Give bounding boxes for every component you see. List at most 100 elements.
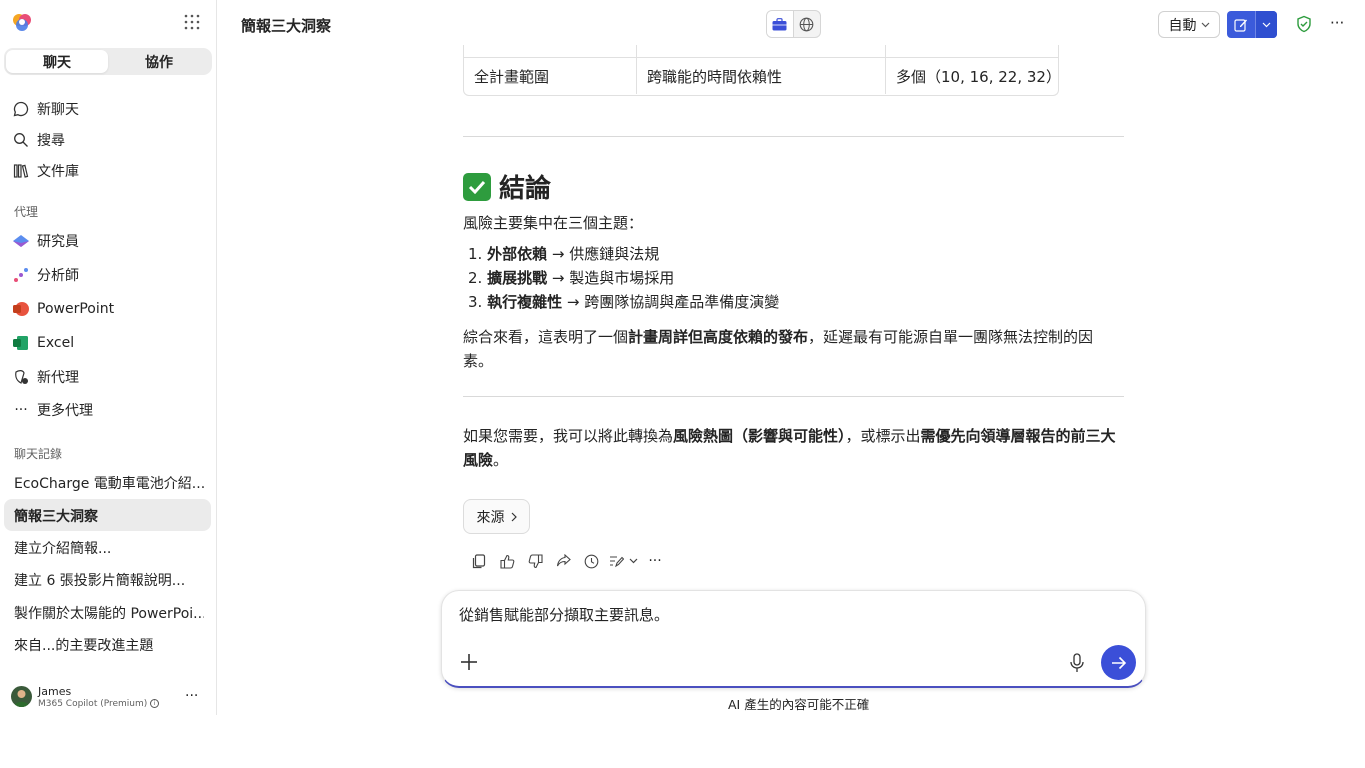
new-chat-item[interactable]: 新聊天 bbox=[12, 97, 79, 121]
sources-button[interactable]: 來源 bbox=[463, 499, 530, 534]
agent-label: 新代理 bbox=[37, 370, 79, 386]
list-bold: 執行複雜性 bbox=[487, 293, 563, 311]
table-cell: 跨職能的時間依賴性 bbox=[637, 58, 886, 94]
like-button[interactable] bbox=[493, 551, 521, 571]
share-icon bbox=[556, 554, 571, 567]
agent-label: PowerPoint bbox=[37, 301, 115, 317]
offer-text: ，或標示出 bbox=[845, 427, 921, 445]
shield-check-icon[interactable] bbox=[1295, 15, 1313, 33]
analyst-icon bbox=[12, 266, 30, 284]
history-item[interactable]: 建立介紹簡報... bbox=[14, 536, 204, 560]
ai-disclaimer-text: AI 產生的內容可能不正確 bbox=[728, 697, 870, 712]
agent-label: 分析師 bbox=[37, 268, 79, 284]
history-button[interactable] bbox=[577, 551, 605, 571]
history-item[interactable]: 來自...的主要改進主題 bbox=[14, 633, 204, 657]
edit-dropdown-button[interactable] bbox=[605, 551, 641, 571]
list-item: 3. 執行複雜性 → 跨團隊協調與產品準備度演變 bbox=[468, 290, 779, 314]
thumbs-down-icon bbox=[528, 553, 543, 568]
message-composer[interactable]: 從銷售賦能部分擷取主要訊息。 bbox=[441, 590, 1146, 688]
search-item[interactable]: 搜尋 bbox=[12, 128, 65, 152]
list-number: 3. bbox=[468, 293, 483, 311]
risk-theme-list: 1. 外部依賴 → 供應鏈與法規 2. 擴展挑戰 → 製造與市場採用 3. 執行… bbox=[468, 242, 779, 314]
microphone-icon[interactable] bbox=[1068, 653, 1086, 673]
web-mode-button[interactable] bbox=[794, 11, 820, 37]
list-rest: → 製造與市場採用 bbox=[547, 269, 675, 287]
composer-input[interactable]: 從銷售賦能部分擷取主要訊息。 bbox=[459, 604, 669, 625]
copilot-app: 聊天 協作 新聊天 搜尋 文件庫 代理 研究員 分析師 PowerPoint E… bbox=[0, 0, 1365, 768]
chevron-down-icon bbox=[1201, 22, 1209, 27]
briefcase-icon bbox=[772, 17, 787, 30]
list-rest: → 供應鏈與法規 bbox=[547, 245, 660, 263]
agents-section-label: 代理 bbox=[14, 205, 39, 219]
chat-collab-toggle: 聊天 協作 bbox=[4, 48, 212, 75]
sources-label: 來源 bbox=[476, 509, 505, 526]
agent-analyst[interactable]: 分析師 bbox=[12, 263, 79, 287]
plus-icon[interactable] bbox=[459, 652, 479, 672]
checkmark-icon bbox=[463, 172, 491, 201]
list-number: 1. bbox=[468, 245, 483, 263]
table-cell: 多個（10, 16, 22, 32） bbox=[896, 67, 1061, 86]
mode-label: 自動 bbox=[1168, 17, 1197, 34]
user-profile[interactable]: James M365 Copilot (Premium) i ··· bbox=[11, 685, 211, 712]
list-number: 2. bbox=[468, 269, 483, 287]
agent-label: Excel bbox=[37, 335, 75, 351]
conclusion-heading: 結論 bbox=[463, 168, 551, 205]
table-cell: 全計畫範圍 bbox=[464, 58, 637, 94]
divider bbox=[463, 136, 1124, 137]
list-item: 1. 外部依賴 → 供應鏈與法規 bbox=[468, 242, 779, 266]
history-item[interactable]: 建立 6 張投影片簡報說明... bbox=[14, 568, 204, 592]
search-label: 搜尋 bbox=[37, 133, 65, 149]
tab-chat[interactable]: 聊天 bbox=[6, 50, 108, 73]
work-mode-button[interactable] bbox=[767, 11, 794, 37]
agent-powerpoint[interactable]: PowerPoint bbox=[12, 297, 114, 321]
agent-new[interactable]: 新代理 bbox=[12, 365, 79, 389]
tab-collab[interactable]: 協作 bbox=[108, 50, 210, 73]
agent-excel[interactable]: Excel bbox=[12, 331, 74, 355]
summary-bold: 計畫周詳但高度依賴的發布 bbox=[628, 328, 809, 346]
user-name: James bbox=[38, 685, 72, 698]
copilot-logo-icon[interactable] bbox=[12, 12, 32, 32]
sidebar: 聊天 協作 新聊天 搜尋 文件庫 代理 研究員 分析師 PowerPoint E… bbox=[0, 0, 217, 715]
more-options-icon[interactable]: ··· bbox=[1330, 14, 1344, 32]
more-actions-button[interactable]: ··· bbox=[641, 551, 669, 571]
offer-text: 如果您需要，我可以將此轉換為 bbox=[463, 427, 674, 445]
message-actions: ··· bbox=[465, 551, 669, 571]
pen-lines-icon bbox=[609, 556, 624, 568]
new-agent-icon bbox=[12, 368, 30, 386]
send-button[interactable] bbox=[1101, 645, 1136, 680]
dislike-button[interactable] bbox=[521, 551, 549, 571]
agent-more[interactable]: ··· 更多代理 bbox=[12, 398, 93, 422]
chevron-down-icon bbox=[1262, 22, 1271, 27]
arrow-right-icon bbox=[1111, 656, 1126, 669]
history-item-active[interactable]: 簡報三大洞察 bbox=[14, 504, 204, 528]
history-item[interactable]: 製作關於太陽能的 PowerPoi... bbox=[14, 601, 204, 625]
globe-icon bbox=[799, 17, 814, 31]
search-icon bbox=[12, 131, 30, 149]
copy-icon bbox=[472, 553, 486, 568]
page-title: 簡報三大洞察 bbox=[241, 17, 332, 35]
user-more-icon[interactable]: ··· bbox=[185, 688, 198, 704]
offer-paragraph: 如果您需要，我可以將此轉換為風險熱圖（影響與可能性），或標示出需優先向領導層報告… bbox=[463, 424, 1123, 472]
mode-dropdown[interactable]: 自動 bbox=[1158, 11, 1220, 38]
list-item: 2. 擴展挑戰 → 製造與市場採用 bbox=[468, 266, 779, 290]
new-chat-label: 新聊天 bbox=[37, 102, 79, 118]
offer-text: 。 bbox=[493, 451, 509, 469]
library-item[interactable]: 文件庫 bbox=[12, 159, 79, 183]
history-item[interactable]: EcoCharge 電動車電池介紹... bbox=[14, 471, 204, 495]
powerpoint-icon bbox=[12, 300, 30, 318]
conclusion-intro: 風險主要集中在三個主題： bbox=[463, 214, 644, 232]
app-launcher-icon[interactable] bbox=[183, 13, 201, 31]
chevron-right-icon bbox=[511, 512, 517, 521]
summary-paragraph: 綜合來看，這表明了一個計畫周詳但高度依賴的發布，延遲最有可能源自單一團隊無法控制… bbox=[463, 325, 1103, 373]
excel-icon bbox=[12, 334, 30, 352]
new-chat-dropdown[interactable] bbox=[1255, 11, 1277, 38]
avatar bbox=[11, 686, 32, 707]
info-icon[interactable]: i bbox=[150, 699, 160, 708]
agent-researcher[interactable]: 研究員 bbox=[12, 229, 79, 253]
copy-button[interactable] bbox=[465, 551, 493, 571]
list-bold: 擴展挑戰 bbox=[487, 269, 548, 287]
new-chat-button[interactable] bbox=[1227, 11, 1255, 38]
table-previous-row-edge bbox=[463, 45, 1059, 58]
user-plan: M365 Copilot (Premium) i bbox=[38, 699, 160, 709]
share-button[interactable] bbox=[549, 551, 577, 571]
